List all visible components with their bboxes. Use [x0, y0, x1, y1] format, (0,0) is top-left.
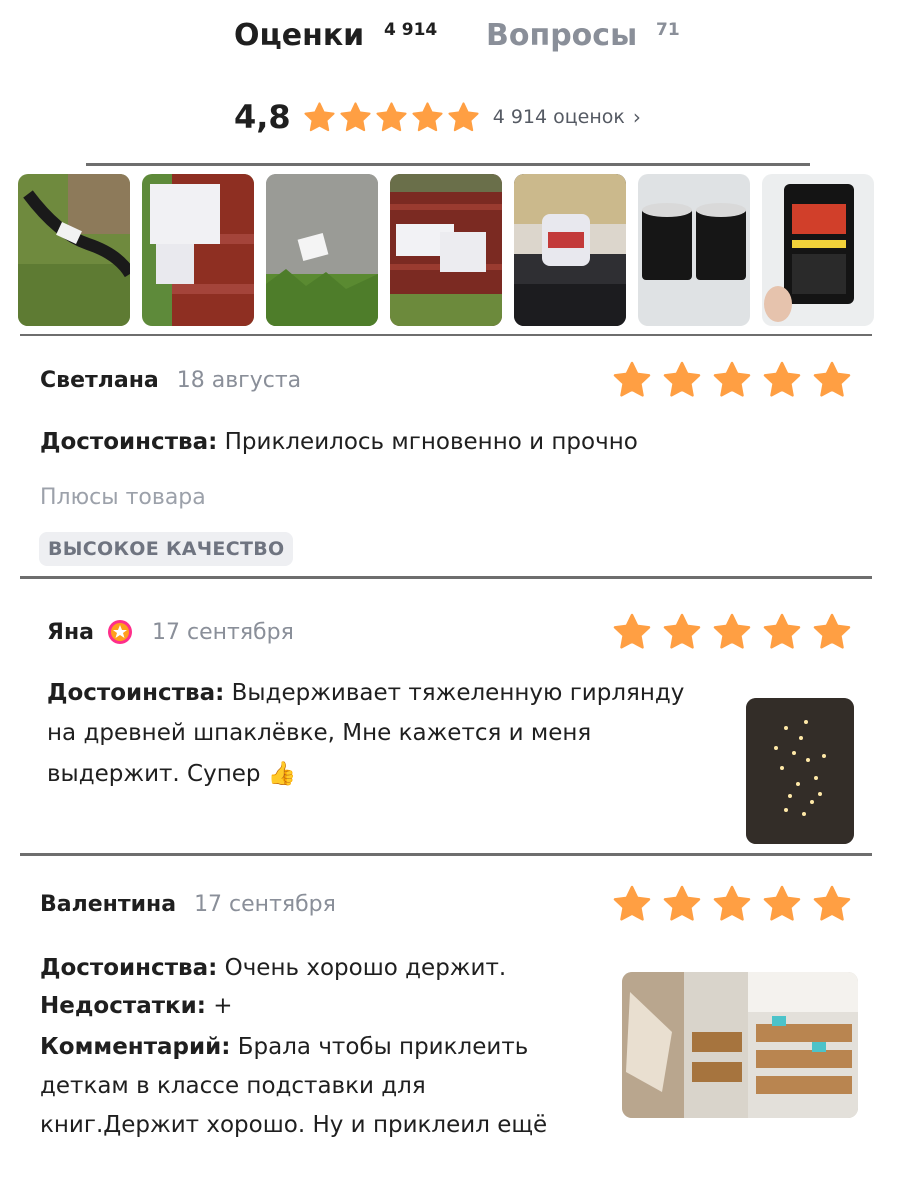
star-icon [303, 101, 336, 134]
review-date: 17 сентября [152, 619, 294, 645]
summary-stars [303, 101, 483, 134]
comment-text: Брала чтобы приклеить [230, 1034, 529, 1060]
ratings-count-link[interactable]: 4 914 оценок › [493, 105, 641, 129]
review-header: Валентина 17 сентября [40, 886, 336, 922]
merits-text: Очень хорошо держит. [217, 955, 507, 981]
merits-label: Достоинства: [40, 955, 218, 981]
tab-questions-count: 71 [656, 20, 680, 40]
review-header: Яна 17 сентября [47, 614, 294, 650]
star-icon [612, 612, 652, 652]
review-comment-line: книг.Держит хорошо. Ну и приклеил ещё [40, 1112, 548, 1138]
quality-tag[interactable]: ВЫСОКОЕ КАЧЕСТВО [39, 532, 294, 566]
merits-label: Достоинства: [40, 429, 218, 455]
star-icon [662, 360, 702, 400]
photo-red-barrel-patch[interactable] [142, 174, 254, 326]
review-comment-line: деткам в классе подставки для [40, 1073, 426, 1099]
photo-hose-on-grass[interactable] [18, 174, 130, 326]
merits-text: Приклеилось мгновенно и прочно [217, 429, 638, 455]
merits-text: Выдерживает тяжеленную гирлянду [224, 680, 685, 706]
review-author[interactable]: Яна [47, 620, 94, 645]
star-icon [712, 612, 752, 652]
star-icon [612, 884, 652, 924]
cons-text: + [205, 993, 233, 1019]
photo-two-black-rolls[interactable] [638, 174, 750, 326]
merits-label: Достоинства: [47, 680, 225, 706]
photo-tape-roll-car[interactable] [514, 174, 626, 326]
star-icon [662, 612, 702, 652]
cons-label: Недостатки: [40, 993, 206, 1019]
verified-badge-icon [108, 620, 132, 644]
review-author[interactable]: Валентина [40, 892, 176, 917]
tabs-bar: Оценки 4 914 Вопросы 71 [0, 18, 900, 68]
photo-concrete-patch[interactable] [266, 174, 378, 326]
review-cons: Недостатки: + [40, 993, 233, 1019]
star-icon [375, 101, 408, 134]
review-merits-line: Достоинства: Выдерживает тяжеленную гирл… [47, 680, 684, 706]
ratings-count-text: 4 914 оценок [492, 106, 625, 128]
tabs-divider [86, 163, 810, 166]
star-icon [762, 884, 802, 924]
chevron-right-icon: › [632, 105, 641, 129]
average-rating: 4,8 [234, 98, 291, 136]
star-icon [712, 884, 752, 924]
review-stars [602, 612, 852, 652]
photo-strip [18, 174, 898, 328]
review-merits: Достоинства: Очень хорошо держит. [40, 955, 506, 981]
review-stars [602, 884, 852, 924]
star-icon [812, 360, 852, 400]
star-icon [812, 884, 852, 924]
review-merits-line: выдержит. Супер 👍 [47, 761, 297, 787]
star-icon [812, 612, 852, 652]
star-icon [339, 101, 372, 134]
tab-reviews[interactable]: Оценки [234, 18, 364, 53]
star-icon [762, 360, 802, 400]
comment-label: Комментарий: [40, 1034, 231, 1060]
star-icon [612, 360, 652, 400]
review-date: 17 сентября [194, 891, 336, 917]
review-comment-line: Комментарий: Брала чтобы приклеить [40, 1034, 528, 1060]
star-icon [662, 884, 702, 924]
star-icon [411, 101, 444, 134]
tab-questions[interactable]: Вопросы [486, 18, 637, 53]
review-divider [20, 576, 872, 579]
pluses-label: Плюсы товара [40, 485, 206, 510]
photo-classroom[interactable] [622, 972, 858, 1118]
star-icon [762, 612, 802, 652]
star-icon [447, 101, 480, 134]
review-header: Светлана 18 августа [40, 362, 301, 398]
star-icon [712, 360, 752, 400]
photo-flex-tape-can[interactable] [762, 174, 874, 326]
photo-red-barrel-tape[interactable] [390, 174, 502, 326]
rating-summary: 4,8 4 914 оценок › [234, 96, 641, 138]
photos-divider [20, 334, 872, 336]
photo-garland-lights[interactable] [746, 698, 854, 844]
review-date: 18 августа [176, 367, 302, 393]
review-author[interactable]: Светлана [40, 368, 159, 393]
review-divider [20, 853, 872, 856]
review-merits-line: на древней шпаклёвке, Мне кажется и меня [47, 720, 592, 746]
review-merits: Достоинства: Приклеилось мгновенно и про… [40, 429, 638, 455]
review-stars [602, 360, 852, 400]
tab-reviews-count: 4 914 [384, 20, 438, 40]
